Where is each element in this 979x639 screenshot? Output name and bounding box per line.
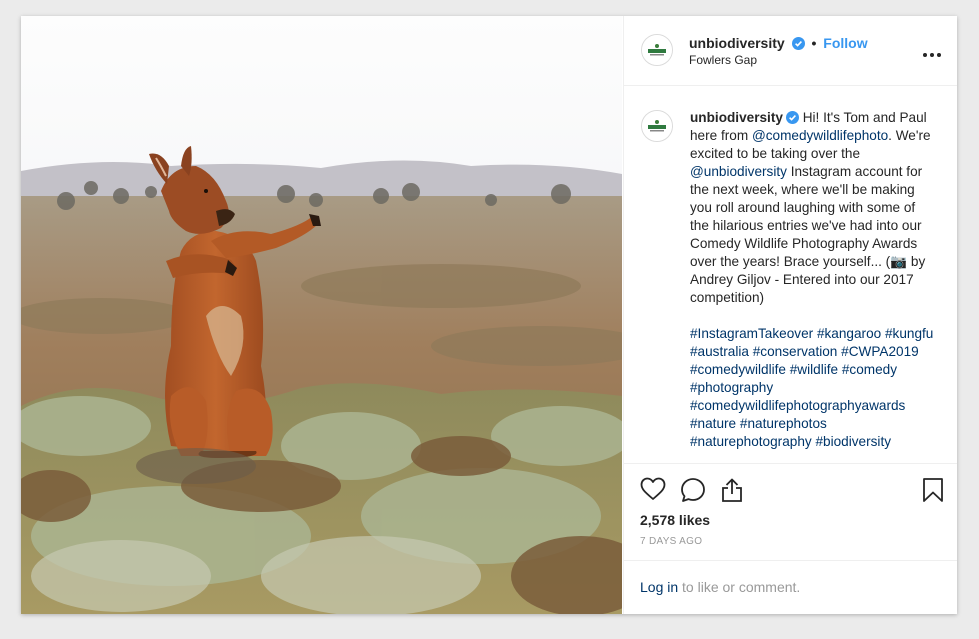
separator-dot: • (811, 35, 817, 51)
hashtag-link[interactable]: #comedy (842, 362, 897, 377)
hashtag-link[interactable]: #kungfu (885, 326, 933, 341)
post-side-panel: unbiodiversity • Follow Fowlers Gap unbi… (623, 16, 957, 614)
post-timestamp[interactable]: 7 DAYS AGO (640, 536, 702, 547)
camera-emoji: 📷 (890, 254, 908, 269)
post-card: unbiodiversity • Follow Fowlers Gap unbi… (21, 16, 957, 614)
post-header: unbiodiversity • Follow Fowlers Gap (624, 16, 957, 86)
hashtag-link[interactable]: #biodiversity (815, 434, 891, 449)
avatar[interactable] (641, 34, 673, 66)
hashtag-link[interactable]: #conservation (753, 344, 838, 359)
caption-text: Instagram account for the next week, whe… (690, 164, 923, 269)
caption-username[interactable]: unbiodiversity (690, 110, 783, 125)
likes-count[interactable]: 2,578 likes (640, 512, 710, 528)
login-link[interactable]: Log in (640, 579, 678, 595)
post-caption: unbiodiversity Hi! It's Tom and Paul her… (690, 109, 934, 451)
hashtag-link[interactable]: #naturephotos (740, 416, 827, 431)
action-bar (640, 477, 944, 505)
bookmark-icon[interactable] (922, 477, 944, 503)
post-photo[interactable] (21, 16, 622, 614)
mention-link[interactable]: @comedywildlifephoto (752, 128, 888, 143)
share-icon[interactable] (720, 477, 744, 503)
hashtag-link[interactable]: #kangaroo (817, 326, 881, 341)
hashtag-link[interactable]: #CWPA2019 (841, 344, 919, 359)
follow-button[interactable]: Follow (823, 35, 867, 51)
hashtag-link[interactable]: #comedywildlifephotographyawards (690, 398, 905, 413)
hashtag-link[interactable]: #InstagramTakeover (690, 326, 813, 341)
username-link[interactable]: unbiodiversity (689, 35, 785, 51)
location-link[interactable]: Fowlers Gap (689, 53, 757, 67)
verified-badge-icon (785, 111, 799, 124)
login-prompt: Log in to like or comment. (624, 560, 957, 614)
un-logo-icon (642, 35, 672, 65)
heart-icon[interactable] (640, 477, 666, 501)
comment-bubble-icon[interactable] (680, 477, 706, 503)
hashtag-link[interactable]: #nature (690, 416, 736, 431)
login-suffix: to like or comment. (678, 579, 801, 595)
hashtag-link[interactable]: #comedywildlife (690, 362, 786, 377)
hashtag-link[interactable]: #naturephotography (690, 434, 812, 449)
un-logo-icon (642, 111, 672, 141)
kangaroo-photo (21, 16, 622, 614)
verified-badge-icon (791, 37, 805, 50)
hashtag-list: #InstagramTakeover #kangaroo #kungfu #au… (690, 325, 934, 451)
hashtag-link[interactable]: #australia (690, 344, 749, 359)
mention-link[interactable]: @unbiodiversity (690, 164, 787, 179)
hashtag-link[interactable]: #wildlife (790, 362, 838, 377)
header-user-line: unbiodiversity • Follow (689, 35, 868, 51)
hashtag-link[interactable]: #photography (690, 380, 773, 395)
more-options-icon[interactable] (920, 44, 941, 62)
avatar[interactable] (641, 110, 673, 142)
comments-section: unbiodiversity Hi! It's Tom and Paul her… (624, 86, 957, 464)
